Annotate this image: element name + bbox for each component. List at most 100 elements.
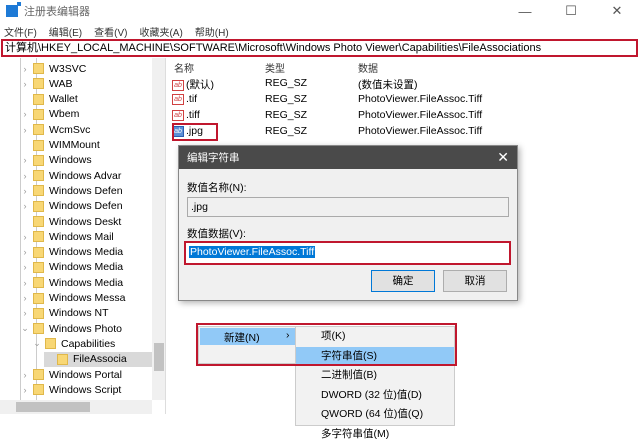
value-type: REG_SZ: [265, 93, 307, 105]
expand-chevron-icon[interactable]: ›: [20, 171, 30, 181]
expand-chevron-icon[interactable]: ›: [20, 293, 30, 303]
expand-chevron-icon[interactable]: ⌄: [20, 323, 30, 334]
tree-item-label: Windows: [49, 154, 92, 166]
tree-item-label: Windows Photo: [49, 323, 122, 335]
tree-item[interactable]: FileAssocia: [44, 352, 152, 367]
tree-item-label: Windows Media: [49, 261, 123, 273]
expand-chevron-icon[interactable]: ›: [20, 201, 30, 211]
value-data-input[interactable]: PhotoViewer.FileAssoc.Tiff: [184, 241, 511, 265]
tree-item[interactable]: › WcmSvc: [20, 122, 152, 137]
value-data: PhotoViewer.FileAssoc.Tiff: [358, 125, 482, 137]
dialog-close-button[interactable]: ✕: [497, 149, 509, 166]
submenu-item-multi-string-value[interactable]: 多字符串值(M): [296, 425, 454, 444]
title-bar: 注册表编辑器 — ☐ ✕: [0, 0, 640, 22]
tree-item[interactable]: WIMMount: [20, 138, 152, 153]
value-data-label: 数值数据(V):: [187, 226, 246, 241]
list-row[interactable]: ab(默认)REG_SZ(数值未设置): [172, 76, 632, 92]
tree-item[interactable]: › WAB: [20, 76, 152, 91]
scroll-thumb[interactable]: [154, 343, 164, 371]
folder-icon: [33, 185, 44, 196]
submenu-item-dword-value[interactable]: DWORD (32 位)值(D): [296, 386, 454, 406]
tree-item[interactable]: › Windows Media: [20, 260, 152, 275]
tree-item[interactable]: › Windows Media: [20, 245, 152, 260]
column-header-name[interactable]: 名称: [174, 60, 194, 75]
tree-item[interactable]: ⌄ Windows Photo: [20, 321, 152, 336]
menu-file[interactable]: 文件(F): [4, 24, 37, 39]
tree-item[interactable]: ›Windows Script: [20, 382, 152, 397]
tree-item[interactable]: › Windows Portal: [20, 367, 152, 382]
menu-view[interactable]: 查看(V): [94, 24, 127, 39]
ok-button[interactable]: 确定: [371, 270, 435, 292]
tree-item[interactable]: › Windows: [20, 153, 152, 168]
jpg-highlight-box: [172, 123, 218, 141]
tree-item[interactable]: ›Wbem: [20, 107, 152, 122]
menu-help[interactable]: 帮助(H): [195, 24, 229, 39]
tree-item[interactable]: › Windows Messa: [20, 291, 152, 306]
expand-chevron-icon[interactable]: ›: [20, 155, 30, 165]
folder-icon: [33, 216, 44, 227]
menu-edit[interactable]: 编辑(E): [49, 24, 82, 39]
list-row[interactable]: ab.tifREG_SZPhotoViewer.FileAssoc.Tiff: [172, 92, 632, 108]
list-row[interactable]: ab.tiffREG_SZPhotoViewer.FileAssoc.Tiff: [172, 108, 632, 124]
folder-icon: [33, 201, 44, 212]
list-row[interactable]: ab.jpgREG_SZPhotoViewer.FileAssoc.Tiff: [172, 124, 632, 140]
tree-horizontal-scrollbar[interactable]: [0, 400, 152, 414]
expand-chevron-icon[interactable]: ›: [20, 186, 30, 196]
expand-chevron-icon[interactable]: ⌄: [32, 338, 42, 349]
expand-chevron-icon[interactable]: ›: [20, 370, 30, 380]
expand-chevron-icon[interactable]: ›: [20, 125, 30, 135]
tree-item-label: Windows Media: [49, 246, 123, 258]
dialog-title: 编辑字符串: [187, 150, 240, 165]
tree-item[interactable]: › Windows Advar: [20, 168, 152, 183]
expand-chevron-icon[interactable]: ›: [20, 385, 30, 395]
folder-icon: [33, 308, 44, 319]
cancel-button[interactable]: 取消: [443, 270, 507, 292]
value-name-label: 数值名称(N):: [187, 180, 247, 195]
tree-vertical-scrollbar[interactable]: [152, 58, 166, 400]
tree-item[interactable]: › Windows Mail: [20, 229, 152, 244]
submenu-item-binary-value[interactable]: 二进制值(B): [296, 366, 454, 386]
folder-icon: [33, 277, 44, 288]
value-name-field[interactable]: .jpg: [187, 197, 509, 217]
tree-item-label: Windows Defen: [49, 185, 123, 197]
maximize-button[interactable]: ☐: [548, 0, 594, 22]
tree-item-label: WAB: [49, 78, 73, 90]
expand-chevron-icon[interactable]: ›: [20, 109, 30, 119]
expand-chevron-icon[interactable]: ›: [20, 232, 30, 242]
tree-item[interactable]: › Windows Defen: [20, 183, 152, 198]
tree-item-label: Windows Portal: [49, 369, 122, 381]
tree-item-label: WcmSvc: [49, 124, 90, 136]
tree-item[interactable]: ›Windows Defen: [20, 199, 152, 214]
tree-item[interactable]: ›W3SVC: [20, 61, 152, 76]
expand-chevron-icon[interactable]: ›: [20, 308, 30, 318]
close-button[interactable]: ✕: [594, 0, 640, 22]
folder-icon: [33, 293, 44, 304]
tree-item[interactable]: Wallet: [20, 92, 152, 107]
tree-item-label: Windows Messa: [49, 292, 125, 304]
folder-icon: [33, 323, 44, 334]
scroll-thumb[interactable]: [16, 402, 90, 412]
tree-item[interactable]: ›Windows NT: [20, 306, 152, 321]
column-header-type[interactable]: 类型: [265, 60, 285, 75]
value-name: .tif: [186, 93, 197, 105]
tree-item-label: Windows Mail: [49, 231, 114, 243]
menu-favorites[interactable]: 收藏夹(A): [139, 24, 182, 39]
folder-icon: [33, 63, 44, 74]
minimize-button[interactable]: —: [502, 0, 548, 22]
submenu-item-qword-value[interactable]: QWORD (64 位)值(Q): [296, 405, 454, 425]
expand-chevron-icon[interactable]: ›: [20, 278, 30, 288]
tree-item-label: Windows Advar: [49, 170, 121, 182]
expand-chevron-icon[interactable]: ›: [20, 247, 30, 257]
expand-chevron-icon[interactable]: ›: [20, 79, 30, 89]
column-header-data[interactable]: 数据: [358, 60, 378, 75]
tree-item-label: Windows Deskt: [49, 216, 121, 228]
expand-chevron-icon[interactable]: ›: [20, 262, 30, 272]
tree-item[interactable]: Windows Deskt: [20, 214, 152, 229]
tree-item[interactable]: ⌄Capabilities: [32, 336, 152, 351]
value-data-text: PhotoViewer.FileAssoc.Tiff: [189, 246, 315, 258]
address-bar[interactable]: 计算机\HKEY_LOCAL_MACHINE\SOFTWARE\Microsof…: [1, 39, 638, 57]
folder-icon: [33, 384, 44, 395]
expand-chevron-icon[interactable]: ›: [20, 64, 30, 74]
tree-item[interactable]: ›Windows Media: [20, 275, 152, 290]
folder-icon: [33, 94, 44, 105]
